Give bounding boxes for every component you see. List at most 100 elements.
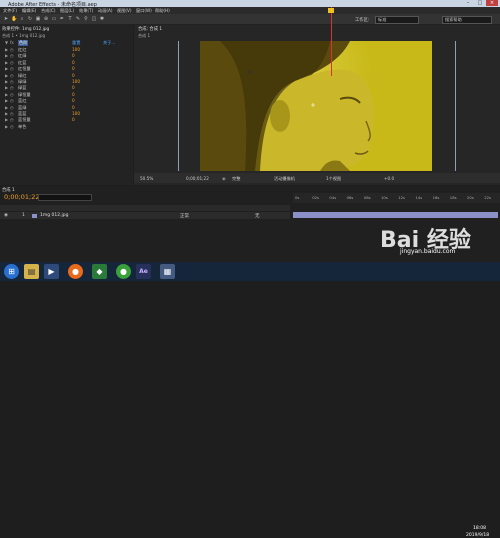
zoom-level-select[interactable]: 50.5% [140, 176, 153, 181]
stopwatch-icon[interactable]: ◷ [10, 105, 14, 110]
layer-row[interactable]: ◉ 1 1mg 012.jpg 正常 无 [0, 212, 290, 219]
green-icon[interactable]: ● [116, 264, 131, 279]
workspace-select[interactable]: 标准 [375, 16, 419, 24]
property-value[interactable]: 100 [72, 47, 80, 52]
expand-triangle-icon[interactable]: ▼ [5, 40, 8, 45]
ae-icon[interactable]: Ae [136, 264, 151, 279]
composition-canvas[interactable] [200, 41, 432, 171]
minimize-button[interactable]: – [462, 0, 474, 6]
expand-triangle-icon[interactable]: ▶ [5, 85, 8, 90]
guide-line[interactable] [455, 41, 456, 171]
guide-line[interactable] [178, 41, 179, 171]
selection-tool-icon[interactable]: ➤ [3, 16, 9, 22]
stopwatch-icon[interactable]: ◷ [10, 98, 14, 103]
expand-triangle-icon[interactable]: ▶ [5, 92, 8, 97]
expand-triangle-icon[interactable]: ▶ [5, 111, 8, 116]
effect-property-row[interactable]: ▶ ◷ 蓝红 0 [4, 98, 130, 104]
property-value[interactable]: 100 [72, 79, 80, 84]
stopwatch-icon[interactable]: ◷ [10, 60, 14, 65]
blend-mode-select[interactable]: 正常 [180, 213, 189, 219]
timeline-search-input[interactable] [38, 194, 92, 201]
views-select[interactable]: 1个视图 [326, 176, 341, 182]
expand-triangle-icon[interactable]: ▶ [5, 47, 8, 52]
composition-tab[interactable]: 合成: 合成 1 [138, 26, 162, 32]
resolution-select[interactable]: 完整 [232, 176, 240, 182]
firefox-icon[interactable]: ● [68, 264, 83, 279]
rectangle-tool-icon[interactable]: ▭ [51, 16, 57, 22]
playhead-handle[interactable] [328, 8, 334, 13]
expand-triangle-icon[interactable]: ▶ [5, 73, 8, 78]
window-icon[interactable]: ▦ [160, 264, 175, 279]
expand-triangle-icon[interactable]: ▶ [5, 105, 8, 110]
eraser-tool-icon[interactable]: ◫ [91, 16, 97, 22]
search-help-input[interactable]: 搜索帮助 [442, 16, 492, 24]
property-value[interactable]: 0 [72, 73, 75, 78]
effect-property-row[interactable]: ▶ ◷ 红恒量 0 [4, 66, 130, 72]
expand-triangle-icon[interactable]: ▶ [5, 124, 8, 129]
exposure-value[interactable]: +0.0 [384, 176, 394, 181]
fx-icon[interactable]: fx [10, 40, 14, 45]
camera-icon[interactable]: ◉ [222, 176, 226, 181]
stopwatch-icon[interactable]: ◷ [10, 79, 14, 84]
stopwatch-icon[interactable]: ◷ [10, 47, 14, 52]
start-icon[interactable]: ⊞ [4, 264, 19, 279]
layer-duration-bar[interactable] [293, 212, 498, 218]
zoom-tool-icon[interactable]: ⌕ [19, 16, 25, 22]
rotate-tool-icon[interactable]: ↻ [27, 16, 33, 22]
hand-tool-icon[interactable]: ✋ [11, 16, 17, 22]
property-value[interactable]: 0 [72, 117, 75, 122]
stopwatch-icon[interactable]: ◷ [10, 85, 14, 90]
property-value[interactable]: 100 [72, 111, 80, 116]
stopwatch-icon[interactable]: ◷ [10, 117, 14, 122]
property-value[interactable]: 0 [72, 66, 75, 71]
effect-header-row[interactable]: ▼ fx 色阶 重置 关于... [4, 40, 130, 46]
parent-select[interactable]: 无 [255, 213, 260, 219]
active-camera-select[interactable]: 活动摄像机 [274, 176, 295, 182]
clock-date[interactable]: 2019/9/18 [466, 533, 489, 538]
expand-triangle-icon[interactable]: ▶ [5, 66, 8, 71]
layer-color-label[interactable] [32, 213, 37, 218]
close-button[interactable]: × [486, 0, 498, 6]
playhead-line[interactable] [331, 7, 332, 76]
time-ruler[interactable]: 0s 02s 04s 06s 08s 10s 12s 14s 16s 18s 20s 22s [293, 193, 500, 203]
expand-triangle-icon[interactable]: ▶ [5, 117, 8, 122]
effect-property-row[interactable]: ▶ ◷ 蓝绿 0 [4, 105, 130, 111]
effect-controls-tab[interactable]: 效果控件: 1mg 012.jpg [2, 26, 49, 32]
current-time-display[interactable]: 0;00;01;22 [186, 176, 209, 181]
effect-property-row[interactable]: ▶ ◷ 单色 [4, 124, 130, 130]
maximize-button[interactable]: □ [474, 0, 486, 6]
effect-property-row[interactable]: ▶ ◷ 绿红 0 [4, 73, 130, 79]
stopwatch-icon[interactable]: ◷ [10, 111, 14, 116]
puppet-tool-icon[interactable]: ✱ [99, 16, 105, 22]
stopwatch-icon[interactable]: ◷ [10, 124, 14, 129]
pan-behind-tool-icon[interactable]: ⊕ [43, 16, 49, 22]
stopwatch-icon[interactable]: ◷ [10, 73, 14, 78]
reset-link[interactable]: 重置 [72, 40, 80, 46]
timeline-current-time[interactable]: 0;00;01;22 [4, 193, 40, 201]
folder-icon[interactable]: ▤ [24, 264, 39, 279]
app-icon[interactable]: ◆ [92, 264, 107, 279]
stamp-tool-icon[interactable]: ⚲ [83, 16, 89, 22]
property-value[interactable]: 0 [72, 60, 75, 65]
about-link[interactable]: 关于... [103, 40, 115, 46]
brush-tool-icon[interactable]: ✎ [75, 16, 81, 22]
expand-triangle-icon[interactable]: ▶ [5, 60, 8, 65]
property-value[interactable]: 0 [72, 53, 75, 58]
property-value[interactable]: 0 [72, 98, 75, 103]
property-value[interactable]: 0 [72, 92, 75, 97]
effect-property-row[interactable]: ▶ ◷ 绿蓝 0 [4, 85, 130, 91]
visibility-eye-icon[interactable]: ◉ [4, 213, 8, 218]
expand-triangle-icon[interactable]: ▶ [5, 53, 8, 58]
stopwatch-icon[interactable]: ◷ [10, 53, 14, 58]
effect-property-row[interactable]: ▶ ◷ 红绿 0 [4, 53, 130, 59]
expand-triangle-icon[interactable]: ▶ [5, 79, 8, 84]
property-value[interactable]: 0 [72, 85, 75, 90]
camera-tool-icon[interactable]: ▣ [35, 16, 41, 22]
effect-property-row[interactable]: ▶ ◷ 蓝恒量 0 [4, 117, 130, 123]
stopwatch-icon[interactable]: ◷ [10, 92, 14, 97]
layer-name[interactable]: 1mg 012.jpg [40, 213, 69, 218]
text-tool-icon[interactable]: T [67, 16, 73, 22]
property-value[interactable]: 0 [72, 105, 75, 110]
pen-tool-icon[interactable]: ✒ [59, 16, 65, 22]
expand-triangle-icon[interactable]: ▶ [5, 98, 8, 103]
